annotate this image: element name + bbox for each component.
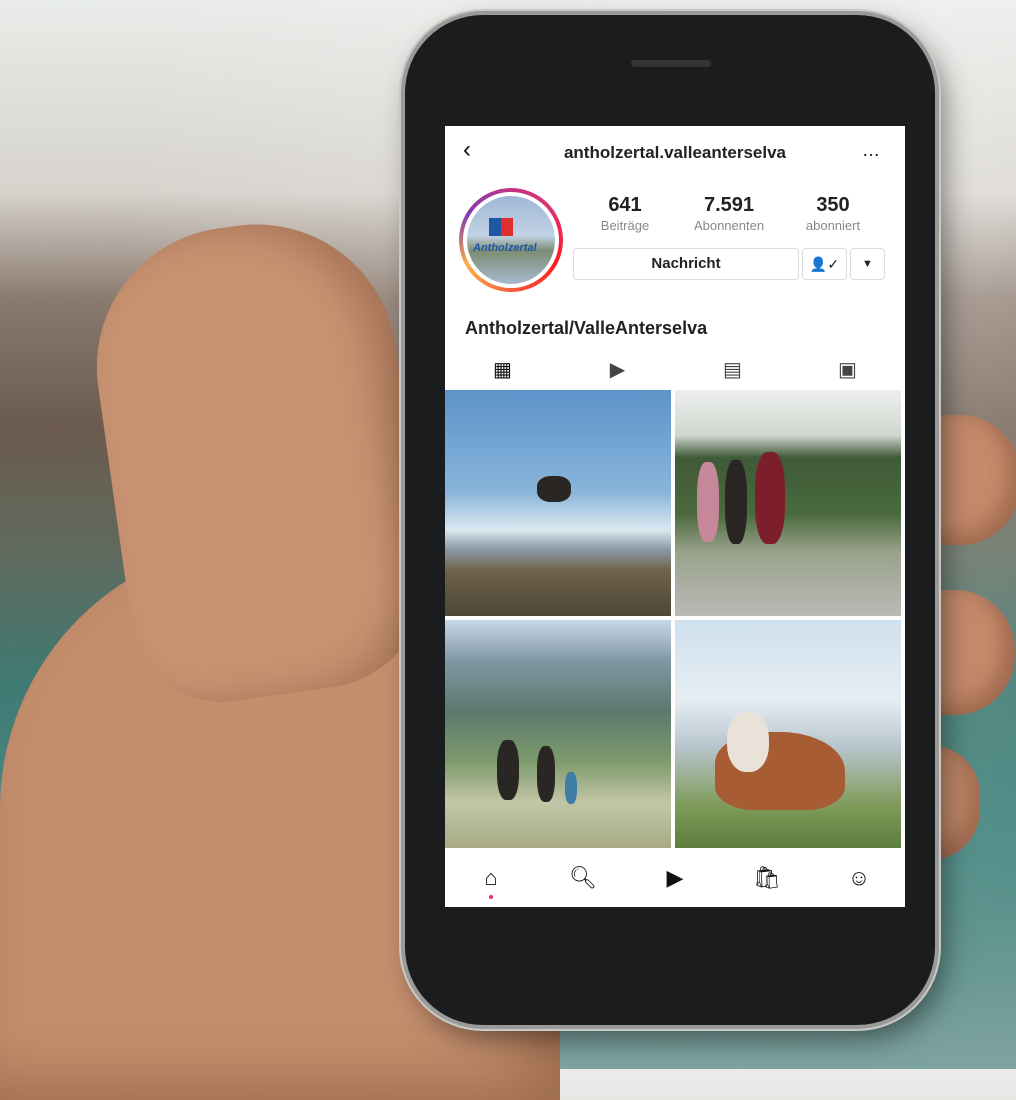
caret-down-icon[interactable]: ▼ (850, 248, 885, 280)
top-bar: ‹ antholzertal.valleanterselva … (445, 126, 905, 178)
avatar-logo-text: Antholzertal (473, 242, 537, 254)
post-hiking-family[interactable] (445, 620, 671, 848)
grid-icon[interactable]: ▦ (445, 352, 560, 388)
phone-speaker (631, 60, 711, 67)
guides-icon[interactable]: ▤ (675, 352, 790, 388)
child-hiker (565, 772, 577, 804)
cyclist (755, 452, 785, 544)
stat-followers-value: 7.591 (703, 194, 755, 216)
tagged-icon[interactable]: ▣ (790, 352, 905, 388)
avatar[interactable]: Antholzertal (459, 188, 563, 292)
post-cow[interactable] (675, 620, 901, 848)
stat-posts[interactable]: 641 Beiträge (590, 194, 660, 233)
search-icon[interactable]: 🔍︎ (537, 865, 629, 891)
person-check-icon[interactable]: 👤✓ (802, 248, 847, 280)
profile-icon[interactable]: ☺ (813, 865, 905, 891)
stat-following[interactable]: 350 abonniert (793, 194, 873, 233)
stat-followers-label: Abonnenten (693, 218, 765, 233)
smartphone: ‹ antholzertal.valleanterselva … Antholz… (405, 15, 935, 1025)
shop-icon[interactable]: 🛍︎ (721, 865, 813, 891)
profile-username: antholzertal.valleanterselva (563, 143, 787, 162)
reels-icon[interactable]: ▶ (629, 865, 721, 891)
message-button[interactable]: Nachricht (573, 248, 799, 280)
logo-flag-icon (489, 218, 513, 236)
active-indicator (489, 894, 493, 899)
stat-following-label: abonniert (805, 218, 861, 233)
posts-grid (445, 390, 905, 848)
avatar-image: Antholzertal (467, 196, 555, 284)
stat-posts-label: Beiträge (600, 218, 650, 233)
profile-display-name: Antholzertal/ValleAnterselva (465, 318, 708, 338)
profile-header: Antholzertal 641 Beiträge 7.591 Abonnent… (445, 178, 905, 308)
reels-icon[interactable]: ▶ (560, 352, 675, 388)
cyclist (725, 460, 747, 544)
more-horizontal-icon[interactable]: … (862, 140, 881, 161)
hiker (537, 746, 555, 802)
jumping-person (537, 476, 571, 502)
home-icon[interactable]: ⌂ (445, 865, 537, 899)
stat-followers[interactable]: 7.591 Abonnenten (677, 194, 781, 233)
cyclist (697, 462, 719, 542)
instagram-profile-screen: ‹ antholzertal.valleanterselva … Antholz… (445, 126, 905, 907)
hiker (497, 740, 519, 800)
stat-posts-value: 641 (608, 194, 642, 216)
post-jumping-hiker[interactable] (445, 390, 671, 616)
profile-tabs: ▦ ▶ ▤ ▣ (445, 352, 905, 388)
stat-following-value: 350 (816, 194, 850, 216)
bottom-navigation: ⌂ 🔍︎ ▶ 🛍︎ ☺ (445, 848, 905, 907)
post-cyclists[interactable] (675, 390, 901, 616)
cow-head (727, 712, 769, 772)
